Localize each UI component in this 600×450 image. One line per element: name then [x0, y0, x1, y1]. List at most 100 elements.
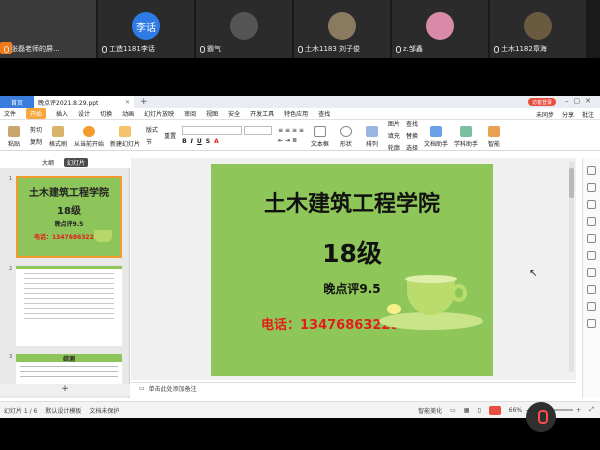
menu-insert[interactable]: 插入 [56, 109, 68, 118]
participant-tile[interactable]: 土木1182章海 [490, 0, 586, 58]
menu-slideshow[interactable]: 幻灯片放映 [144, 109, 174, 118]
select-button[interactable]: 选择 [406, 143, 418, 152]
copy-button[interactable]: 复制 [30, 137, 42, 146]
slideshow-play-button[interactable] [488, 405, 501, 415]
tab-outline[interactable]: 大纲 [42, 158, 54, 167]
menu-start[interactable]: 开始 [26, 108, 47, 119]
participant-tile[interactable]: 土木1183 刘子俊 [294, 0, 390, 58]
menu-transition[interactable]: 切换 [100, 109, 112, 118]
avatar [524, 12, 552, 40]
outline-button[interactable]: 轮廓 [388, 143, 400, 152]
format-buttons[interactable]: BIUSA [182, 138, 272, 145]
sidebar-tool-icon[interactable] [587, 217, 596, 226]
participant-tile[interactable]: 张磊老师的屏... [0, 0, 96, 58]
slide-editing-canvas[interactable]: 土木建筑工程学院 18级 晚点评9.5 电话：13476863229 ↖ [131, 158, 576, 380]
menu-bar: 文件 开始 插入 设计 切换 动画 幻灯片放映 审阅 视图 安全 开发工具 特色… [0, 108, 600, 120]
sidebar-tool-icon[interactable] [587, 251, 596, 260]
menu-special[interactable]: 特色应用 [284, 109, 308, 118]
add-slide-button[interactable]: + [0, 384, 130, 396]
view-reading-icon[interactable]: ▯ [477, 407, 480, 414]
fill-button[interactable]: 填充 [388, 131, 400, 140]
sidebar-tool-icon[interactable] [587, 268, 596, 277]
arrange-button[interactable]: 排列 [362, 122, 382, 148]
format-painter-button[interactable]: 格式刷 [48, 122, 68, 148]
tab-home[interactable]: 首页 [0, 96, 34, 108]
slide-thumbnails[interactable]: 1 土木建筑工程学院 18级 晚点评9.5 电话：13476863229 2 3… [0, 168, 130, 398]
slide-title[interactable]: 土木建筑工程学院 [211, 186, 493, 218]
mic-icon [396, 45, 401, 53]
play-from-current-button[interactable]: 从当前开始 [74, 122, 104, 148]
new-tab-button[interactable]: + [140, 97, 148, 107]
align-buttons[interactable]: ≡ ≡ ≡ ≡ [278, 127, 304, 134]
sidebar-tool-icon[interactable] [587, 302, 596, 311]
shape-button[interactable]: 形状 [336, 122, 356, 148]
notes-bar[interactable]: ▭ 单击此处添加备注 [131, 382, 576, 394]
menu-file[interactable]: 文件 [4, 109, 16, 118]
slide-grade[interactable]: 18级 [211, 234, 493, 270]
notes-icon: ▭ [139, 385, 145, 392]
layout-button[interactable]: 版式 [146, 125, 158, 134]
paste-button[interactable]: 粘贴 [4, 122, 24, 148]
slide-phone[interactable]: 电话：13476863229 [261, 314, 400, 333]
cut-button[interactable]: 剪切 [30, 125, 42, 134]
menu-animation[interactable]: 动画 [122, 109, 134, 118]
tab-document[interactable]: 晚点评2021.8.29.ppt ✕ [34, 96, 134, 108]
slide-thumbnail-1[interactable]: 土木建筑工程学院 18级 晚点评9.5 电话：13476863229 [16, 176, 122, 258]
current-slide[interactable]: 土木建筑工程学院 18级 晚点评9.5 电话：13476863229 [211, 164, 493, 376]
mute-microphone-button[interactable] [526, 402, 556, 432]
indent-buttons[interactable]: ⇤ ⇥ ≣ [278, 137, 304, 144]
design-template[interactable]: 默认设计模板 [45, 406, 81, 415]
menu-review[interactable]: 审阅 [184, 109, 196, 118]
new-slide-button[interactable]: 新建幻灯片 [110, 122, 140, 148]
protection-status[interactable]: 文档未保护 [89, 406, 119, 415]
picture-button[interactable]: 图片 [388, 119, 400, 128]
login-button[interactable]: 访客登录 [527, 98, 556, 106]
vertical-scrollbar[interactable] [569, 162, 574, 372]
assistant-icon [429, 126, 442, 137]
sidebar-tool-icon[interactable] [587, 166, 596, 175]
zoom-level: 66% [508, 406, 523, 414]
beautify-button[interactable]: 智能美化 [418, 406, 442, 415]
menu-view[interactable]: 视图 [206, 109, 218, 118]
sidebar-tool-icon[interactable] [587, 319, 596, 328]
view-normal-icon[interactable]: ▭ [450, 407, 456, 414]
close-tab-icon[interactable]: ✕ [125, 99, 130, 106]
sidebar-tool-icon[interactable] [587, 285, 596, 294]
share-button[interactable]: 分享 [562, 110, 574, 119]
window-controls[interactable]: –▢✕ [565, 97, 596, 105]
replace-button[interactable]: 替换 [406, 131, 418, 140]
view-sorter-icon[interactable]: ▦ [464, 407, 470, 414]
smart-button[interactable]: 智能 [484, 122, 504, 148]
sync-status[interactable]: 未同步 [536, 110, 554, 119]
font-size-select[interactable] [244, 125, 273, 135]
comment-button[interactable]: 批注 [582, 110, 594, 119]
participant-tile[interactable]: 李话 工造1181李话 [98, 0, 194, 58]
find-button[interactable]: 查找 [406, 119, 418, 128]
participant-name: 工造1181李话 [109, 45, 155, 53]
participant-tile[interactable]: z.邹鑫 [392, 0, 488, 58]
textbox-button[interactable]: 文本框 [310, 122, 330, 148]
sidebar-tool-icon[interactable] [587, 183, 596, 192]
mouse-cursor-icon: ↖ [529, 268, 538, 279]
participant-tile[interactable]: 霸气 [196, 0, 292, 58]
sidebar-tool-icon[interactable] [587, 200, 596, 209]
section-button[interactable]: 节 [146, 137, 158, 146]
play-icon [83, 126, 96, 137]
document-assistant-button[interactable]: 文档助手 [424, 122, 448, 148]
sidebar-tool-icon[interactable] [587, 234, 596, 243]
font-family-select[interactable] [182, 125, 243, 135]
tab-slides[interactable]: 幻灯片 [64, 157, 89, 167]
slide-thumbnail-2[interactable] [16, 266, 122, 346]
scrollbar-thumb[interactable] [569, 168, 574, 198]
participant-strip: 张磊老师的屏... 李话 工造1181李话 霸气 土木1183 刘子俊 z.邹鑫… [0, 0, 600, 58]
teacup-image [407, 279, 455, 315]
zoom-in-button[interactable]: + [576, 407, 581, 414]
menu-design[interactable]: 设计 [78, 109, 90, 118]
fit-window-icon[interactable]: ⤢ [589, 406, 594, 414]
arrange-icon [365, 126, 378, 137]
menu-search[interactable]: 查找 [318, 109, 330, 118]
reset-button[interactable]: 重置 [164, 131, 176, 140]
academic-assistant-button[interactable]: 学科助手 [454, 122, 478, 148]
menu-devtools[interactable]: 开发工具 [250, 109, 274, 118]
menu-security[interactable]: 安全 [228, 109, 240, 118]
